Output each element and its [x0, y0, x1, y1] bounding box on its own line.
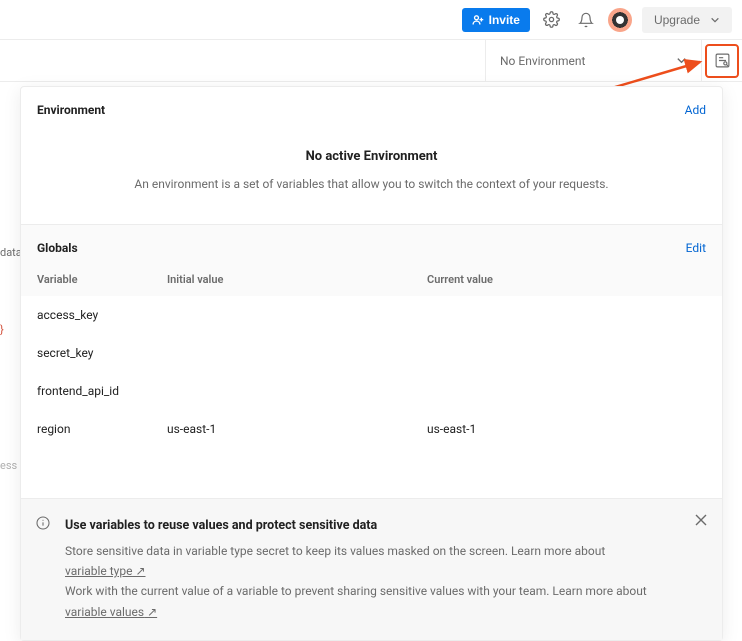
- info-title: Use variables to reuse values and protec…: [65, 515, 674, 536]
- var-initial: us-east-1: [167, 422, 427, 436]
- globals-table-body: access_key secret_key frontend_api_id re…: [21, 296, 722, 448]
- environment-panel: Environment Add No active Environment An…: [20, 86, 723, 641]
- environment-dropdown[interactable]: No Environment: [485, 40, 701, 81]
- upgrade-label: Upgrade: [654, 13, 700, 27]
- variable-values-link[interactable]: variable values ↗: [65, 605, 157, 619]
- bg-text: }: [0, 323, 8, 336]
- close-icon[interactable]: [694, 513, 708, 527]
- col-initial: Initial value: [167, 273, 427, 286]
- environment-section-header: Environment Add: [21, 87, 722, 125]
- var-initial: [167, 384, 427, 398]
- table-row: access_key: [21, 296, 722, 334]
- globals-heading: Globals: [37, 241, 78, 255]
- environment-selected-label: No Environment: [500, 54, 585, 68]
- invite-label: Invite: [489, 13, 520, 27]
- upgrade-button[interactable]: Upgrade: [642, 7, 732, 33]
- var-name: frontend_api_id: [37, 384, 167, 398]
- notifications-icon[interactable]: [574, 8, 598, 32]
- var-current: [427, 308, 706, 322]
- invite-button[interactable]: Invite: [462, 8, 530, 32]
- globals-table-header: Variable Initial value Current value: [21, 263, 722, 296]
- environment-quicklook-button[interactable]: [701, 40, 742, 81]
- chevron-down-icon: [676, 55, 687, 66]
- top-toolbar: Invite Upgrade: [0, 0, 742, 40]
- highlight-box: [705, 44, 739, 78]
- bg-text: ess: [0, 459, 21, 472]
- var-initial: [167, 346, 427, 360]
- environment-selector-row: No Environment: [0, 40, 742, 82]
- table-row: secret_key: [21, 334, 722, 372]
- empty-description: An environment is a set of variables tha…: [61, 174, 682, 194]
- chevron-down-icon: [710, 15, 720, 25]
- var-current: [427, 384, 706, 398]
- settings-icon[interactable]: [540, 8, 564, 32]
- table-row: frontend_api_id: [21, 372, 722, 410]
- avatar[interactable]: [608, 8, 632, 32]
- environment-heading: Environment: [37, 103, 105, 117]
- info-banner: Use variables to reuse values and protec…: [21, 498, 722, 640]
- var-current: us-east-1: [427, 422, 706, 436]
- var-name: access_key: [37, 308, 167, 322]
- add-environment-link[interactable]: Add: [685, 103, 706, 117]
- empty-title: No active Environment: [61, 149, 682, 164]
- var-name: secret_key: [37, 346, 167, 360]
- info-line-2: Work with the current value of a variabl…: [65, 581, 674, 622]
- var-current: [427, 346, 706, 360]
- col-current: Current value: [427, 273, 706, 286]
- col-variable: Variable: [37, 273, 167, 286]
- globals-section: Globals Edit Variable Initial value Curr…: [21, 224, 722, 498]
- info-line-1: Store sensitive data in variable type se…: [65, 541, 674, 582]
- table-row: region us-east-1 us-east-1: [21, 410, 722, 448]
- environment-quicklook-icon: [714, 52, 731, 69]
- environment-empty-state: No active Environment An environment is …: [21, 125, 722, 224]
- invite-icon: [472, 14, 484, 26]
- var-name: region: [37, 422, 167, 436]
- variable-type-link[interactable]: variable type ↗: [65, 564, 146, 578]
- var-initial: [167, 308, 427, 322]
- globals-section-header: Globals Edit: [21, 225, 722, 263]
- edit-globals-link[interactable]: Edit: [686, 241, 706, 255]
- info-icon: [35, 515, 51, 531]
